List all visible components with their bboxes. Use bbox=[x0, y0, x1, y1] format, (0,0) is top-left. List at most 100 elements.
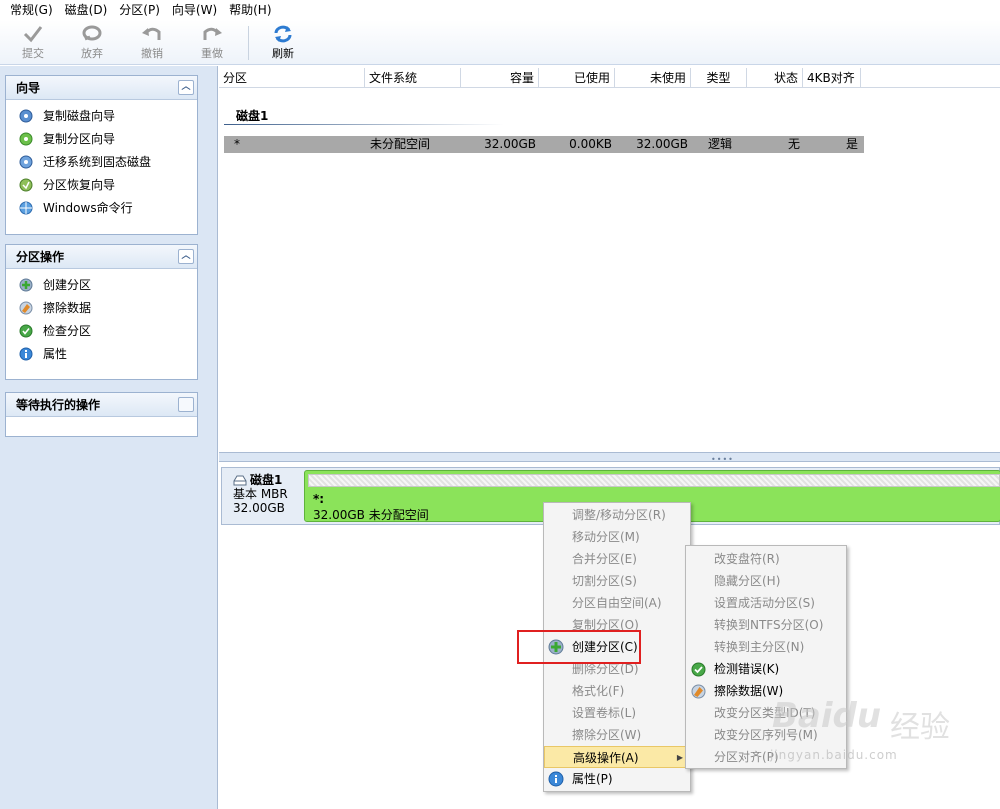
submenu-item-check-errors[interactable]: 检测错误(K) bbox=[686, 658, 846, 680]
col-filesystem[interactable]: 文件系统 bbox=[365, 68, 461, 88]
menu-item-set-label[interactable]: 设置卷标(L) bbox=[544, 702, 690, 724]
annotation-highlight-box bbox=[517, 630, 641, 664]
toolbar-separator bbox=[248, 26, 249, 60]
refresh-label: 刷新 bbox=[272, 47, 294, 60]
submenu-item-change-type-id[interactable]: 改变分区类型ID(T) bbox=[686, 702, 846, 724]
menu-item-advanced[interactable]: 高级操作(A) ▶ bbox=[544, 746, 690, 768]
toolbar: 提交 放弃 撤销 重做 刷新 bbox=[0, 20, 1000, 65]
submenu-item-change-letter[interactable]: 改变盘符(R) bbox=[686, 548, 846, 570]
advanced-label: 高级操作(A) bbox=[573, 751, 639, 765]
wizard-item-partition-recovery[interactable]: 分区恢复向导 bbox=[6, 173, 197, 196]
disk-kind: 基本 MBR bbox=[233, 487, 288, 501]
col-unused[interactable]: 未使用 bbox=[615, 68, 691, 88]
copy-partition-icon bbox=[18, 131, 34, 147]
wizard-panel: 向导 ︿ 复制磁盘向导 复制分区向导 迁移系统到固态磁盘 分区恢复向导 Wind… bbox=[5, 75, 198, 235]
submenu-item-hide[interactable]: 隐藏分区(H) bbox=[686, 570, 846, 592]
disk-name: 磁盘1 bbox=[250, 473, 283, 487]
menu-item-merge[interactable]: 合并分区(E) bbox=[544, 548, 690, 570]
menu-partition[interactable]: 分区(P) bbox=[113, 0, 166, 20]
submenu-item-align[interactable]: 分区对齐(P) bbox=[686, 746, 846, 768]
refresh-button[interactable]: 刷新 bbox=[259, 24, 307, 62]
menu-help[interactable]: 帮助(H) bbox=[223, 0, 277, 20]
wizard-item-migrate-ssd[interactable]: 迁移系统到固态磁盘 bbox=[6, 150, 197, 173]
submenu-item-convert-ntfs[interactable]: 转换到NTFS分区(O) bbox=[686, 614, 846, 636]
submenu-item-convert-primary[interactable]: 转换到主分区(N) bbox=[686, 636, 846, 658]
check-errors-label: 检测错误(K) bbox=[714, 662, 780, 676]
refresh-icon bbox=[259, 24, 307, 44]
wizard-item-label: 分区恢复向导 bbox=[43, 178, 116, 192]
discard-button[interactable]: 放弃 bbox=[68, 24, 116, 62]
menu-item-wipe-partition[interactable]: 擦除分区(W) bbox=[544, 724, 690, 746]
menu-general[interactable]: 常规(G) bbox=[4, 0, 59, 20]
submenu-item-set-active[interactable]: 设置成活动分区(S) bbox=[686, 592, 846, 614]
menu-item-split[interactable]: 切割分区(S) bbox=[544, 570, 690, 592]
disk-icon bbox=[233, 475, 247, 485]
col-4kb-align[interactable]: 4KB对齐 bbox=[803, 68, 861, 88]
properties-label: 属性(P) bbox=[572, 772, 613, 786]
disk-name-row: 磁盘1 bbox=[233, 473, 304, 487]
col-used[interactable]: 已使用 bbox=[539, 68, 615, 88]
collapse-wizard-button[interactable]: ︿ bbox=[178, 80, 194, 95]
ops-item-wipe-data[interactable]: 擦除数据 bbox=[6, 296, 197, 319]
menu-item-move[interactable]: 移动分区(M) bbox=[544, 526, 690, 548]
submenu-item-change-serial[interactable]: 改变分区序列号(M) bbox=[686, 724, 846, 746]
ops-item-label: 擦除数据 bbox=[43, 301, 92, 315]
wizard-item-windows-cmd[interactable]: Windows命令行 bbox=[6, 196, 197, 219]
info-icon bbox=[18, 346, 34, 362]
partition-ops-title: 分区操作 bbox=[16, 250, 65, 264]
redo-label: 重做 bbox=[201, 47, 223, 60]
col-partition[interactable]: 分区 bbox=[219, 68, 365, 88]
menu-item-format[interactable]: 格式化(F) bbox=[544, 680, 690, 702]
info-icon bbox=[548, 771, 564, 787]
cell-filesystem: 未分配空间 bbox=[370, 137, 431, 151]
discard-label: 放弃 bbox=[81, 47, 103, 60]
wizard-item-copy-partition[interactable]: 复制分区向导 bbox=[6, 127, 197, 150]
menu-disk[interactable]: 磁盘(D) bbox=[59, 0, 114, 20]
partition-ops-panel: 分区操作 ︿ 创建分区 擦除数据 检查分区 属性 bbox=[5, 244, 198, 380]
menu-wizard[interactable]: 向导(W) bbox=[166, 0, 223, 20]
menu-item-resize-move[interactable]: 调整/移动分区(R) bbox=[544, 504, 690, 526]
table-row[interactable]: * 未分配空间 32.00GB 0.00KB 32.00GB 逻辑 无 是 bbox=[224, 136, 864, 153]
col-type[interactable]: 类型 bbox=[691, 68, 747, 88]
submit-label: 提交 bbox=[22, 47, 44, 60]
undo-icon bbox=[128, 24, 176, 44]
migrate-ssd-icon bbox=[18, 154, 34, 170]
ops-item-check-partition[interactable]: 检查分区 bbox=[6, 319, 197, 342]
cell-unused: 32.00GB bbox=[636, 137, 688, 151]
copy-disk-icon bbox=[18, 108, 34, 124]
redo-button[interactable]: 重做 bbox=[188, 24, 236, 62]
submenu-item-wipe-data[interactable]: 擦除数据(W) bbox=[686, 680, 846, 702]
submit-button[interactable]: 提交 bbox=[9, 24, 57, 62]
col-capacity[interactable]: 容量 bbox=[461, 68, 539, 88]
disk-size: 32.00GB bbox=[233, 501, 285, 515]
advanced-submenu: 改变盘符(R) 隐藏分区(H) 设置成活动分区(S) 转换到NTFS分区(O) … bbox=[685, 545, 847, 769]
collapse-pending-button[interactable] bbox=[178, 397, 194, 412]
disk-group-underline bbox=[224, 124, 504, 125]
redo-icon bbox=[188, 24, 236, 44]
partition-description: 32.00GB 未分配空间 bbox=[313, 508, 429, 522]
check-icon bbox=[690, 661, 706, 677]
pane-splitter[interactable]: •••• bbox=[219, 452, 1000, 464]
menu-item-properties[interactable]: 属性(P) bbox=[544, 768, 690, 790]
menu-item-free-space[interactable]: 分区自由空间(A) bbox=[544, 592, 690, 614]
ops-item-label: 检查分区 bbox=[43, 324, 92, 338]
undo-button[interactable]: 撤销 bbox=[128, 24, 176, 62]
splitter-grip-icon: •••• bbox=[711, 455, 734, 464]
disk-info[interactable]: 磁盘1 基本 MBR 32.00GB bbox=[222, 468, 304, 524]
partition-recovery-icon bbox=[18, 177, 34, 193]
checkmark-icon bbox=[9, 24, 57, 44]
collapse-ops-button[interactable]: ︿ bbox=[178, 249, 194, 264]
table-header: 分区 文件系统 容量 已使用 未使用 类型 状态 4KB对齐 bbox=[219, 68, 1000, 88]
cell-partition: * bbox=[234, 137, 240, 151]
col-status[interactable]: 状态 bbox=[747, 68, 803, 88]
ops-item-properties[interactable]: 属性 bbox=[6, 342, 197, 365]
wizard-item-copy-disk[interactable]: 复制磁盘向导 bbox=[6, 104, 197, 127]
check-icon bbox=[18, 323, 34, 339]
undo-label: 撤销 bbox=[141, 47, 163, 60]
ops-item-create-partition[interactable]: 创建分区 bbox=[6, 273, 197, 296]
wizard-item-label: 迁移系统到固态磁盘 bbox=[43, 155, 152, 169]
pending-ops-panel: 等待执行的操作 bbox=[5, 392, 198, 437]
ops-item-label: 创建分区 bbox=[43, 278, 92, 292]
disk-group-title: 磁盘1 bbox=[236, 109, 269, 123]
discard-icon bbox=[68, 24, 116, 44]
